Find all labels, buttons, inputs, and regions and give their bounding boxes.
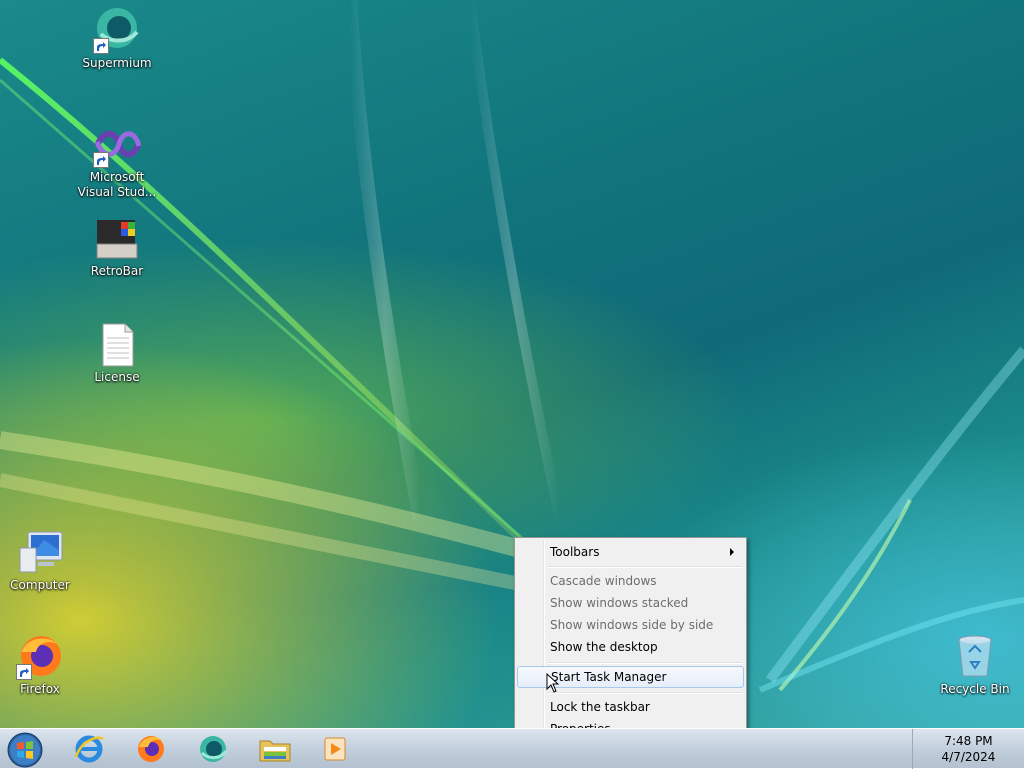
desktop-icon-label: Firefox <box>20 682 60 696</box>
start-button[interactable] <box>6 731 44 769</box>
retrobar-icon <box>93 214 141 262</box>
desktop-icon-label: Recycle Bin <box>940 682 1010 696</box>
text-file-icon <box>93 320 141 368</box>
taskbar-context-menu: Toolbars Cascade windows Show windows st… <box>514 537 747 743</box>
media-player-icon <box>324 737 346 761</box>
desktop[interactable]: Supermium Microsoft Visual Stud... RetroB… <box>0 0 1024 728</box>
menu-item-toolbars[interactable]: Toolbars <box>517 541 744 563</box>
desktop-icon-supermium[interactable]: Supermium <box>77 6 157 71</box>
menu-separator <box>547 566 742 568</box>
computer-icon <box>16 528 64 576</box>
supermium-icon <box>93 6 141 54</box>
menu-item-cascade-windows: Cascade windows <box>550 574 657 588</box>
desktop-icon-firefox[interactable]: Firefox <box>0 632 80 697</box>
desktop-icon-label: License <box>94 370 140 384</box>
desktop-icon-label: Microsoft Visual Stud... <box>77 170 157 199</box>
menu-item-show-the-desktop[interactable]: Show the desktop <box>517 636 744 658</box>
shortcut-arrow-icon <box>93 152 109 168</box>
taskbar-supermium-button[interactable] <box>190 731 236 767</box>
desktop-icon-license[interactable]: License <box>77 320 157 385</box>
menu-item-show-windows-stacked: Show windows stacked <box>550 596 689 610</box>
menu-item-lock-the-taskbar[interactable]: Lock the taskbar <box>517 696 744 718</box>
menu-separator <box>547 692 742 694</box>
clock-time: 7:48 PM <box>944 734 993 748</box>
menu-item-label: Toolbars <box>550 545 600 559</box>
desktop-icon-computer[interactable]: Computer <box>0 528 80 593</box>
firefox-icon <box>16 632 64 680</box>
taskbar-internet-explorer-button[interactable] <box>66 731 112 767</box>
recycle-bin-icon <box>951 632 999 680</box>
desktop-icon-visual-studio[interactable]: Microsoft Visual Stud... <box>77 120 157 200</box>
clock-date: 4/7/2024 <box>941 750 996 764</box>
taskbar-file-explorer-button[interactable] <box>252 731 298 767</box>
desktop-icon-label: Computer <box>10 578 70 592</box>
internet-explorer-icon <box>74 735 104 763</box>
shortcut-arrow-icon <box>16 664 32 680</box>
desktop-icon-recycle-bin[interactable]: Recycle Bin <box>935 632 1015 697</box>
supermium-icon <box>200 736 228 762</box>
mouse-cursor-icon <box>546 673 560 693</box>
desktop-icon-label: Supermium <box>82 56 152 70</box>
taskbar-media-player-button[interactable] <box>312 731 358 767</box>
visual-studio-icon <box>93 120 142 168</box>
file-explorer-icon <box>259 740 291 762</box>
desktop-icon-label: RetroBar <box>90 264 144 278</box>
taskbar-firefox-button[interactable] <box>128 731 174 767</box>
shortcut-arrow-icon <box>93 38 109 54</box>
taskbar-clock[interactable]: 7:48 PM 4/7/2024 <box>912 729 1024 769</box>
menu-item-show-windows-side-by-side: Show windows side by side <box>550 618 714 632</box>
firefox-icon <box>138 736 164 762</box>
submenu-arrow-icon <box>730 548 734 556</box>
taskbar[interactable]: 7:48 PM 4/7/2024 <box>0 728 1024 769</box>
start-orb-icon <box>7 732 43 768</box>
desktop-icon-retrobar[interactable]: RetroBar <box>77 214 157 279</box>
menu-separator <box>547 662 742 664</box>
